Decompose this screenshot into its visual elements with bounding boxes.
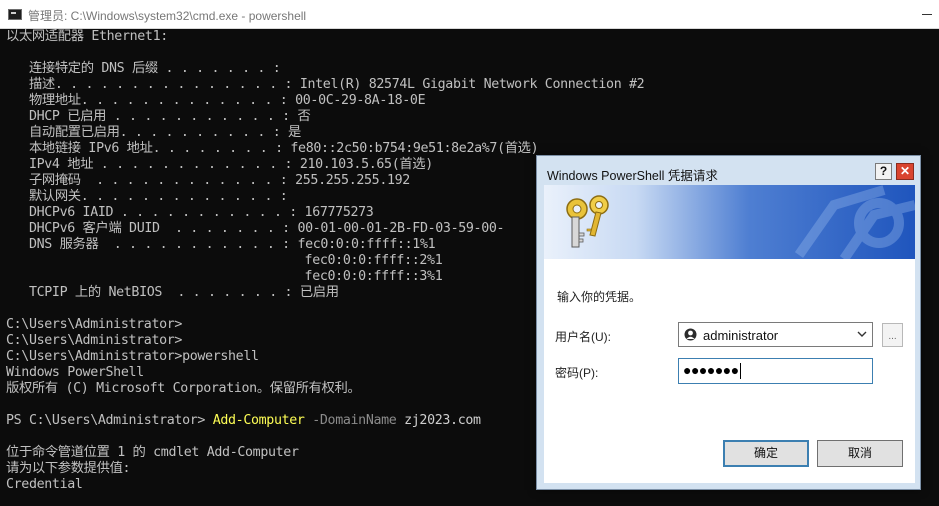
username-label: 用户名(U): xyxy=(555,330,611,344)
ps-command-line: PS C:\Users\Administrator> Add-Computer … xyxy=(6,413,481,429)
credential-prompt: 输入你的凭据。 xyxy=(557,290,642,304)
console-line: DNS 服务器 . . . . . . . . . . . : fec0:0:0… xyxy=(6,237,436,252)
console-line: 连接特定的 DNS 后缀 . . . . . . . : xyxy=(6,61,281,76)
console-line: 请为以下参数提供值: xyxy=(6,461,131,476)
dialog-body: 输入你的凭据。 用户名(U): administrator ... 密码(P):… xyxy=(544,259,915,483)
console-line: DHCPv6 客户端 DUID . . . . . . . : 00-01-00… xyxy=(6,221,505,236)
user-icon xyxy=(684,328,697,341)
text-caret xyxy=(740,363,741,379)
console-title-bar[interactable]: 管理员: C:\Windows\system32\cmd.exe - power… xyxy=(0,0,939,29)
window-title: 管理员: C:\Windows\system32\cmd.exe - power… xyxy=(28,9,307,23)
dialog-banner xyxy=(544,185,915,259)
console-line: C:\Users\Administrator> xyxy=(6,333,183,348)
ps-cmdlet: Add-Computer xyxy=(212,413,305,428)
console-line: TCPIP 上的 NetBIOS . . . . . . . : 已启用 xyxy=(6,285,339,300)
ok-button[interactable]: 确定 xyxy=(723,440,809,467)
ps-prompt: PS C:\Users\Administrator> xyxy=(6,413,213,428)
minimize-icon[interactable] xyxy=(921,7,933,19)
help-button[interactable]: ? xyxy=(875,163,892,180)
cancel-button[interactable]: 取消 xyxy=(817,440,903,467)
dialog-title: Windows PowerShell 凭据请求 xyxy=(547,169,718,183)
browse-button[interactable]: ... xyxy=(882,323,903,347)
cmd-app-icon xyxy=(8,9,22,20)
ps-parameter: -DomainName xyxy=(304,413,397,428)
console-line: DHCP 已启用 . . . . . . . . . . . : 否 xyxy=(6,109,311,124)
password-field[interactable]: ●●●●●●● xyxy=(678,358,873,384)
keys-icon xyxy=(566,185,915,259)
console-line: fec0:0:0:ffff::3%1 xyxy=(6,269,443,284)
console-line: C:\Users\Administrator> xyxy=(6,317,183,332)
console-line: Windows PowerShell xyxy=(6,365,144,380)
console-line: fec0:0:0:ffff::2%1 xyxy=(6,253,443,268)
chevron-down-icon[interactable] xyxy=(856,328,868,340)
password-value: ●●●●●●● xyxy=(683,362,739,378)
console-line: 物理地址. . . . . . . . . . . . . : 00-0C-29… xyxy=(6,93,426,108)
username-value: administrator xyxy=(703,328,779,343)
console-line: 自动配置已启用. . . . . . . . . . : 是 xyxy=(6,125,301,140)
ps-argument: zj2023.com xyxy=(396,413,481,428)
console-line: 默认网关. . . . . . . . . . . . . : xyxy=(6,189,288,204)
console-line: Credential xyxy=(6,477,83,492)
console-line: 本地链接 IPv6 地址. . . . . . . . : fe80::2c50… xyxy=(6,141,539,156)
console-line: IPv4 地址 . . . . . . . . . . . . : 210.10… xyxy=(6,157,433,172)
console-line: DHCPv6 IAID . . . . . . . . . . . : 1677… xyxy=(6,205,374,220)
console-line: 位于命令管道位置 1 的 cmdlet Add-Computer xyxy=(6,445,299,460)
credential-dialog: Windows PowerShell 凭据请求 ? ✕ 输入你的凭据。 用户名(… xyxy=(536,155,921,490)
console-line: 版权所有 (C) Microsoft Corporation。保留所有权利。 xyxy=(6,381,361,396)
password-label: 密码(P): xyxy=(555,366,599,380)
console-line: 子网掩码 . . . . . . . . . . . . : 255.255.2… xyxy=(6,173,410,188)
close-button[interactable]: ✕ xyxy=(896,163,914,180)
console-line: 以太网适配器 Ethernet1: xyxy=(6,29,168,44)
username-combo[interactable]: administrator xyxy=(678,322,873,347)
console-line: C:\Users\Administrator>powershell xyxy=(6,349,259,364)
console-line: 描述. . . . . . . . . . . . . . . : Intel(… xyxy=(6,77,645,92)
